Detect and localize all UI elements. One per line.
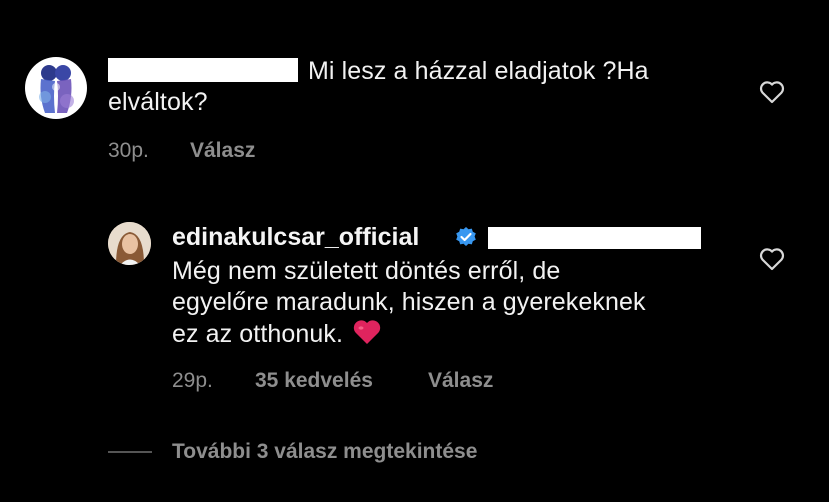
comment-avatar[interactable]: [25, 57, 87, 119]
reply-reply-button[interactable]: Válasz: [428, 368, 493, 394]
heart-outline-icon[interactable]: [759, 80, 785, 104]
red-heart-emoji: [352, 318, 382, 353]
replies-divider: [108, 451, 152, 453]
verified-badge-icon: [455, 226, 477, 248]
comment-reply-button[interactable]: Válasz: [190, 138, 255, 164]
reply-text-line3-row: ez az otthonuk.: [172, 318, 382, 353]
heart-outline-icon[interactable]: [759, 247, 785, 271]
reply-likes[interactable]: 35 kedvelés: [255, 368, 373, 394]
reply-avatar[interactable]: [108, 222, 151, 265]
reply-username[interactable]: edinakulcsar_official: [172, 222, 419, 252]
reply-text-line3: ez az otthonuk.: [172, 320, 344, 348]
comment-text-line1: Mi lesz a házzal eladjatok ?Ha: [308, 57, 649, 85]
reply-time: 29p.: [172, 369, 213, 392]
comment-text-line2: elváltok?: [108, 88, 208, 116]
reply-text-line2: egyelőre maradunk, hiszen a gyerekeknek: [172, 288, 646, 316]
redacted-username: [108, 58, 298, 82]
comment-time: 30p.: [108, 139, 149, 162]
reply-text-line1: Még nem született döntés erről, de: [172, 257, 561, 285]
view-more-replies-button[interactable]: További 3 válasz megtekintése: [172, 439, 477, 465]
redacted-mention: [488, 227, 701, 249]
